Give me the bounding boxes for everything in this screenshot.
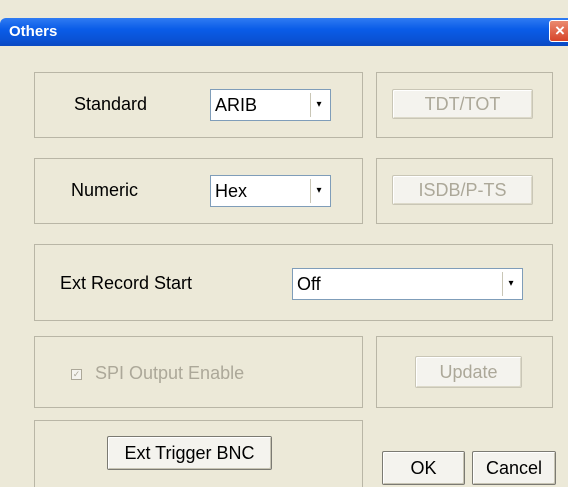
- close-icon: ×: [555, 21, 565, 40]
- standard-select-value: ARIB: [215, 95, 258, 115]
- title-bar[interactable]: Others ×: [0, 18, 568, 46]
- dialog-body: Standard ARIB ▾ TDT/TOT Numeric Hex ▾ IS…: [0, 46, 568, 487]
- close-button[interactable]: ×: [549, 20, 568, 42]
- ext-trigger-bnc-label: Ext Trigger BNC: [124, 443, 255, 463]
- tdt-tot-button-label: TDT/TOT: [424, 94, 501, 114]
- isdb-pts-button[interactable]: ISDB/P-TS: [392, 175, 533, 205]
- ext-trigger-bnc-button[interactable]: Ext Trigger BNC: [107, 436, 272, 470]
- isdb-pts-group: ISDB/P-TS: [376, 158, 553, 224]
- tdt-tot-button[interactable]: TDT/TOT: [392, 89, 533, 119]
- ext-trigger-group: Ext Trigger BNC: [34, 420, 363, 487]
- tdt-tot-group: TDT/TOT: [376, 72, 553, 138]
- numeric-select-value: Hex: [215, 181, 248, 201]
- standard-label: Standard: [74, 94, 148, 114]
- cancel-button-label: Cancel: [485, 458, 543, 478]
- ext-record-select-value: Off: [297, 274, 321, 294]
- ext-record-label: Ext Record Start: [60, 273, 193, 293]
- spi-output-checkbox[interactable]: ✓: [71, 369, 82, 380]
- standard-group: Standard ARIB ▾: [34, 72, 363, 138]
- ext-record-group: Ext Record Start Off ▾: [34, 244, 553, 321]
- isdb-pts-button-label: ISDB/P-TS: [418, 180, 507, 200]
- update-button[interactable]: Update: [415, 356, 522, 388]
- numeric-group: Numeric Hex ▾: [34, 158, 363, 224]
- update-button-label: Update: [439, 362, 498, 382]
- chevron-down-icon[interactable]: ▾: [502, 272, 519, 296]
- spi-group: ✓ SPI Output Enable: [34, 336, 363, 408]
- ok-button-label: OK: [410, 458, 437, 478]
- cancel-button[interactable]: Cancel: [472, 451, 556, 485]
- ext-record-select[interactable]: Off ▾: [292, 268, 523, 300]
- ok-button[interactable]: OK: [382, 451, 465, 485]
- chevron-down-icon[interactable]: ▾: [310, 93, 327, 117]
- chevron-down-icon[interactable]: ▾: [310, 179, 327, 203]
- numeric-label: Numeric: [71, 180, 139, 200]
- update-group: Update: [376, 336, 553, 408]
- check-icon: ✓: [72, 369, 81, 379]
- standard-select[interactable]: ARIB ▾: [210, 89, 331, 121]
- others-dialog: Others × Standard ARIB ▾ TDT/TOT Numeric…: [0, 0, 568, 487]
- window-title: Others: [9, 23, 58, 40]
- numeric-select[interactable]: Hex ▾: [210, 175, 331, 207]
- spi-output-label: SPI Output Enable: [95, 363, 245, 383]
